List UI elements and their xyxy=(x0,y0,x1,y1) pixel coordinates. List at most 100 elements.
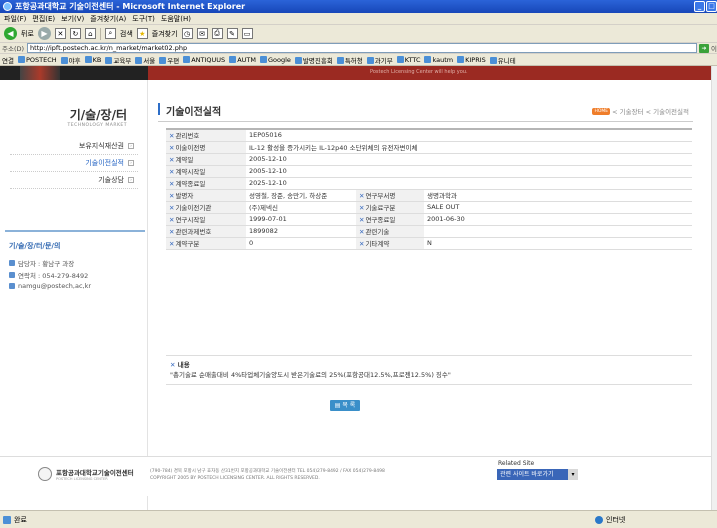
go-button-label[interactable]: 이 xyxy=(711,43,717,53)
address-url[interactable]: http://ipft.postech.ac.kr/n_market/marke… xyxy=(30,44,187,52)
sidebar-subtitle: TECHNOLOGY MARKET xyxy=(67,123,127,128)
label-cell: ✕기술료구분 xyxy=(356,201,424,214)
menu-bar: 파일(F) 편집(E) 보기(V) 즐겨찾기(A) 도구(T) 도움말(H) xyxy=(0,13,717,25)
value-cell: N xyxy=(424,237,692,250)
home-badge[interactable]: HOME xyxy=(592,107,611,115)
phone-icon xyxy=(9,272,15,278)
mail-icon xyxy=(9,283,15,289)
table-row: ✕계약종료일 2025-12-10 xyxy=(166,177,692,190)
menu-file[interactable]: 파일(F) xyxy=(4,14,26,24)
link-item[interactable]: KB xyxy=(84,56,101,64)
menu-edit[interactable]: 편집(E) xyxy=(32,14,55,24)
chevron-down-icon[interactable]: ▾ xyxy=(568,469,578,480)
link-item[interactable]: 유니테 xyxy=(489,55,516,65)
value-cell xyxy=(424,225,692,238)
maximize-icon[interactable]: □ xyxy=(706,1,717,12)
related-site-select[interactable]: 관련 사이트 바로가기 ▾ xyxy=(497,469,578,480)
link-item[interactable]: kautm xyxy=(424,56,453,64)
content-box: ✕ 내용 "총기술료 순매출대비 4%타업체기술양도시 받은기술료의 25%(포… xyxy=(166,355,692,385)
menu-tools[interactable]: 도구(T) xyxy=(132,14,155,24)
link-item[interactable]: 발명진흥회 xyxy=(294,55,333,65)
sidebar-item-label[interactable]: 기술이전실적 xyxy=(85,158,124,168)
folder-icon[interactable]: ▭ xyxy=(241,28,253,39)
address-bar: 주소(D) http://ipft.postech.ac.kr/n_market… xyxy=(0,43,717,54)
refresh-icon[interactable]: ↻ xyxy=(69,28,81,39)
address-input[interactable]: http://ipft.postech.ac.kr/n_market/marke… xyxy=(27,43,698,53)
page-header: 기술이전실적 HOME < 기술장터 < 기술이전실적 xyxy=(158,98,693,122)
favorites-button-label[interactable]: 즐겨찾기 xyxy=(152,29,178,39)
link-item[interactable]: 특허청 xyxy=(336,55,363,65)
stop-icon[interactable]: ✕ xyxy=(54,28,66,39)
title-bar-accent xyxy=(158,103,160,115)
table-row: ✕계약시작일 2005-12-10 xyxy=(166,165,692,178)
table-row: ✕발명자 성영철, 장준, 송만기, 하상준 ✕연구부서명 생명과학과 xyxy=(166,189,692,202)
contact-email[interactable]: namgu@postech,ac,kr xyxy=(5,281,145,291)
ie-icon xyxy=(3,2,12,11)
status-text: 완료 xyxy=(14,515,27,524)
link-item[interactable]: KIPRIS xyxy=(457,56,486,64)
search-button-label[interactable]: 검색 xyxy=(120,29,133,39)
print-icon[interactable]: ⎙ xyxy=(211,28,223,39)
mail-icon[interactable]: ✉ xyxy=(196,28,208,39)
list-button[interactable]: ▤ 목 록 xyxy=(330,400,360,411)
web-page: Postech Licensing Center will help you. … xyxy=(0,66,711,510)
chevron-right-icon: › xyxy=(128,143,134,149)
content-label: ✕ 내용 xyxy=(170,361,190,369)
breadcrumb-text: < 기술장터 < 기술이전실적 xyxy=(612,108,689,116)
link-item[interactable]: 교육부 xyxy=(105,55,131,65)
sidebar-item-label[interactable]: 보유지식재산권 xyxy=(79,141,124,151)
forward-arrow-icon[interactable]: ▶ xyxy=(37,27,51,40)
go-arrow-icon[interactable]: ➜ xyxy=(699,43,710,53)
value-cell: 1899082 xyxy=(246,225,356,238)
sidebar-item-label[interactable]: 기술상담 xyxy=(98,175,124,185)
chevron-right-icon: › xyxy=(128,160,134,166)
edit-icon[interactable]: ✎ xyxy=(226,28,238,39)
menu-help[interactable]: 도움말(H) xyxy=(161,14,191,24)
value-cell: 2005-12-10 xyxy=(246,153,692,166)
vertical-scrollbar[interactable] xyxy=(711,66,717,510)
favorites-star-icon[interactable]: ★ xyxy=(136,28,148,39)
sidebar-item-ip[interactable]: 보유지식재산권 › xyxy=(10,138,138,155)
menu-view[interactable]: 보기(V) xyxy=(61,14,84,24)
table-row: ✕관리번호 1EP05016 xyxy=(166,129,692,142)
links-bar: 연결 POSTECH 야후 KB 교육부 서울 우편 ANTIQUUS AUTM… xyxy=(0,54,717,66)
link-item[interactable]: 서울 xyxy=(135,55,155,65)
status-left: 완료 xyxy=(0,515,27,525)
toolbar: ◀ 뒤로 ▶ ✕ ↻ ⌂ ⌕ 검색 ★ 즐겨찾기 ◷ ✉ ⎙ ✎ ▭ xyxy=(0,25,717,43)
contact-person: 담당자 : 황남구 과장 xyxy=(5,257,145,269)
back-button-label[interactable]: 뒤로 xyxy=(21,29,34,39)
related-site-selected[interactable]: 관련 사이트 바로가기 xyxy=(500,471,554,478)
contact-phone: 연락처 : 054-279-8492 xyxy=(5,269,145,281)
menu-favorites[interactable]: 즐겨찾기(A) xyxy=(90,14,126,24)
link-item[interactable]: KTTC xyxy=(396,56,420,64)
sidebar-item-consult[interactable]: 기술상담 › xyxy=(10,172,138,189)
back-arrow-icon[interactable]: ◀ xyxy=(4,27,17,40)
main-content: 기술이전실적 HOME < 기술장터 < 기술이전실적 ✕관리번호 1EP050… xyxy=(148,80,711,510)
link-item[interactable]: Google xyxy=(260,56,291,64)
list-button-label[interactable]: 목 록 xyxy=(342,402,355,409)
footer-logo: 포항공과대학교기술이전센터 POSTECH LICENSING CENTER xyxy=(38,467,134,481)
minimize-icon[interactable]: _ xyxy=(694,1,705,12)
internet-globe-icon xyxy=(595,515,603,524)
label-cell: ✕연구시작일 xyxy=(166,213,246,226)
search-icon[interactable]: ⌕ xyxy=(104,28,116,39)
link-item[interactable]: AUTM xyxy=(229,56,256,64)
link-item[interactable]: 우편 xyxy=(159,55,179,65)
address-label: 주소(D) xyxy=(2,45,25,53)
link-item[interactable]: POSTECH xyxy=(17,56,57,64)
home-icon[interactable]: ⌂ xyxy=(84,28,96,39)
link-item[interactable]: ANTIQUUS xyxy=(183,56,225,64)
value-cell: 성영철, 장준, 송만기, 하상준 xyxy=(246,189,356,202)
footer: 포항공과대학교기술이전센터 POSTECH LICENSING CENTER (… xyxy=(0,456,711,496)
page-title: 기술이전실적 xyxy=(166,107,222,118)
sidebar-item-transfer-results[interactable]: 기술이전실적 › xyxy=(10,155,138,172)
value-cell: 1999-07-01 xyxy=(246,213,356,226)
value-cell: 생명과학과 xyxy=(424,189,692,202)
value-cell: 2001-06-30 xyxy=(424,213,692,226)
window-controls: _ □ xyxy=(694,1,717,12)
link-item[interactable]: 야후 xyxy=(60,55,81,65)
history-icon[interactable]: ◷ xyxy=(181,28,193,39)
link-item[interactable]: 과기부 xyxy=(366,55,393,65)
content-text: "총기술료 순매출대비 4%타업체기술양도시 받은기술료의 25%(포항공대12… xyxy=(170,371,451,379)
banner-tagline: Postech Licensing Center will help you. xyxy=(370,69,468,75)
